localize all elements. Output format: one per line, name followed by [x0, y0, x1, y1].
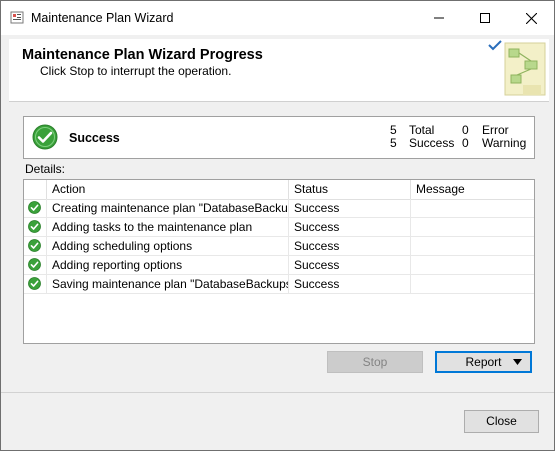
row-icon-cell	[24, 218, 47, 237]
column-header-action[interactable]: Action	[47, 180, 289, 199]
error-count: 0	[462, 123, 469, 137]
row-icon-cell	[24, 199, 47, 218]
row-message	[411, 237, 534, 256]
close-icon	[525, 12, 537, 24]
report-button-label: Report	[465, 355, 502, 369]
minimize-button[interactable]	[416, 1, 462, 35]
details-table[interactable]: Action Status Message Creating maintenan…	[23, 179, 535, 344]
window-title: Maintenance Plan Wizard	[31, 11, 174, 25]
table-row[interactable]: Creating maintenance plan "DatabaseBacku…	[24, 199, 534, 218]
table-header: Action Status Message	[24, 180, 534, 200]
row-status: Success	[289, 237, 411, 256]
total-label: Total	[409, 123, 435, 137]
row-action: Adding reporting options	[47, 256, 289, 275]
success-check-icon	[28, 220, 41, 234]
minimize-icon	[434, 17, 444, 19]
row-status: Success	[289, 275, 411, 294]
title-bar[interactable]: Maintenance Plan Wizard	[1, 1, 554, 35]
row-status: Success	[289, 256, 411, 275]
warning-label: Warning	[482, 136, 527, 150]
divider	[1, 392, 554, 393]
row-action: Adding scheduling options	[47, 237, 289, 256]
report-button[interactable]: Report	[435, 351, 532, 373]
success-count: 5	[390, 136, 397, 150]
table-row[interactable]: Saving maintenance plan "DatabaseBackups…	[24, 275, 534, 294]
row-icon-cell	[24, 275, 47, 294]
row-icon-cell	[24, 256, 47, 275]
error-label: Error	[482, 123, 509, 137]
row-action: Saving maintenance plan "DatabaseBackups…	[47, 275, 289, 294]
success-check-icon	[28, 201, 41, 215]
row-message	[411, 199, 534, 218]
table-row[interactable]: Adding scheduling options Success	[24, 237, 534, 256]
success-check-icon	[32, 124, 58, 150]
close-button[interactable]: Close	[464, 410, 539, 433]
success-check-icon	[28, 239, 41, 253]
row-action: Adding tasks to the maintenance plan	[47, 218, 289, 237]
summary-status-label: Success	[69, 131, 120, 145]
row-action: Creating maintenance plan "DatabaseBacku…	[47, 199, 289, 218]
close-window-button[interactable]	[508, 1, 554, 35]
row-message	[411, 218, 534, 237]
table-row[interactable]: Adding tasks to the maintenance plan Suc…	[24, 218, 534, 237]
dropdown-arrow-icon[interactable]	[513, 359, 522, 365]
wizard-header: Maintenance Plan Wizard Progress Click S…	[9, 39, 549, 102]
maximize-button[interactable]	[462, 1, 508, 35]
row-message	[411, 256, 534, 275]
success-label: Success	[409, 136, 455, 150]
wizard-banner-icon	[488, 40, 546, 96]
stop-button[interactable]: Stop	[327, 351, 423, 373]
warning-count: 0	[462, 136, 469, 150]
row-status: Success	[289, 218, 411, 237]
page-subtitle: Click Stop to interrupt the operation.	[40, 64, 232, 78]
row-status: Success	[289, 199, 411, 218]
success-check-icon	[28, 258, 41, 272]
table-row[interactable]: Adding reporting options Success	[24, 256, 534, 275]
wizard-window: Maintenance Plan Wizard Maintenance Plan…	[0, 0, 555, 451]
icon-column-header[interactable]	[24, 180, 47, 199]
row-icon-cell	[24, 237, 47, 256]
app-icon	[10, 11, 24, 24]
maximize-icon	[480, 13, 490, 23]
page-title: Maintenance Plan Wizard Progress	[22, 47, 263, 63]
status-summary: Success 5 Total 5 Success 0 Error 0 Warn…	[23, 116, 535, 159]
row-message	[411, 275, 534, 294]
details-label: Details:	[25, 162, 66, 176]
column-header-message[interactable]: Message	[411, 180, 534, 199]
success-check-icon	[28, 277, 41, 291]
column-header-status[interactable]: Status	[289, 180, 411, 199]
total-count: 5	[390, 123, 397, 137]
